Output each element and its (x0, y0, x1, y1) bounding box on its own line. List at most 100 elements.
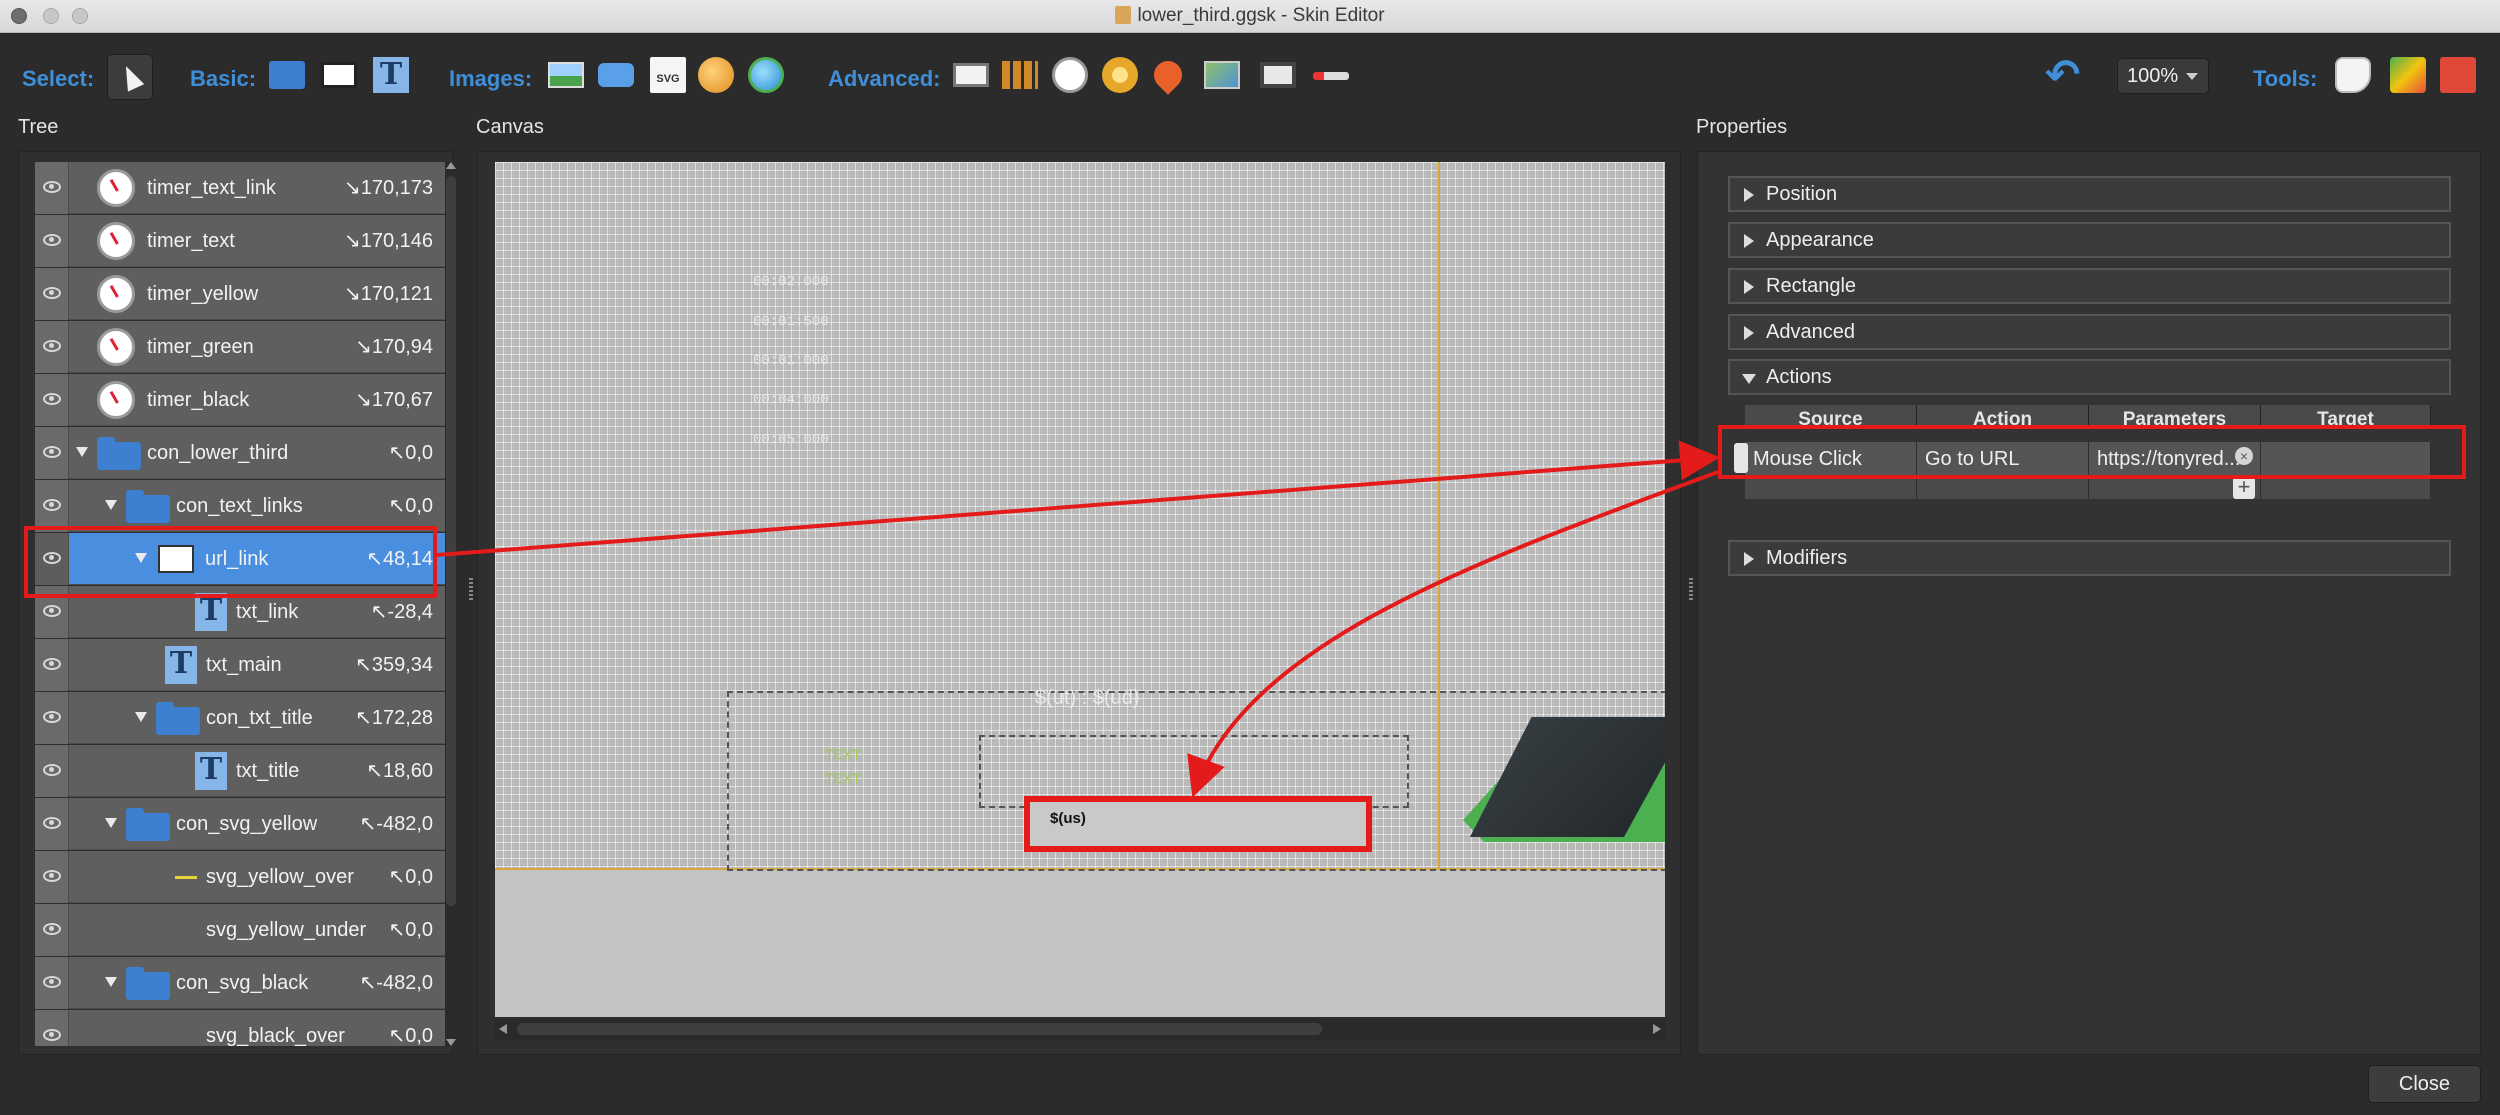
visibility-toggle[interactable] (35, 321, 69, 373)
column-header-parameters[interactable]: Parameters (2089, 405, 2261, 427)
tree-row-svg-yellow-under[interactable]: svg_yellow_under ↖0,0 (35, 904, 445, 956)
map-pin-tool-icon[interactable] (1148, 55, 1188, 95)
empty-cell[interactable] (1745, 477, 1917, 499)
visibility-toggle[interactable] (35, 268, 69, 320)
visibility-toggle[interactable] (35, 480, 69, 532)
visibility-toggle[interactable] (35, 162, 69, 214)
scroll-down-icon[interactable] (446, 1039, 456, 1046)
canvas-panel-title: Canvas (476, 116, 544, 138)
visibility-toggle[interactable] (35, 904, 69, 956)
empty-cell[interactable] (2261, 477, 2431, 499)
tree-row-con-lower-third[interactable]: con_lower_third ↖0,0 (35, 427, 445, 479)
properties-panel-title: Properties (1696, 116, 1788, 138)
tree-row-timer-yellow[interactable]: timer_yellow ↘170,121 (35, 268, 445, 320)
section-advanced[interactable]: Advanced (1728, 314, 2451, 350)
visibility-toggle[interactable] (35, 1010, 69, 1046)
visibility-toggle[interactable] (35, 798, 69, 850)
scroll-left-icon[interactable] (499, 1024, 507, 1034)
canvas-properties-splitter[interactable] (1689, 578, 1693, 600)
canvas-panel: 00:02:000 00:01:500 00:01:000 00:04:000 … (477, 151, 1681, 1055)
tree-canvas-splitter[interactable] (469, 578, 473, 600)
map-tool-icon[interactable] (1204, 61, 1240, 89)
tree-row-svg-yellow-over[interactable]: svg_yellow_over ↖0,0 (35, 851, 445, 903)
color-tool-icon[interactable] (2390, 57, 2426, 93)
tree-row-txt-title[interactable]: T txt_title ↖18,60 (35, 745, 445, 797)
tree-row-con-text-links[interactable]: con_text_links ↖0,0 (35, 480, 445, 532)
text-tool-icon[interactable]: T (373, 57, 409, 93)
container-tool-icon[interactable] (269, 61, 305, 89)
zoom-value: 100% (2127, 65, 2179, 87)
scrollbar-tool-icon[interactable] (1313, 72, 1349, 80)
section-appearance[interactable]: Appearance (1728, 222, 2451, 258)
section-modifiers[interactable]: Modifiers (1728, 540, 2451, 576)
tree-row-con-txt-title[interactable]: con_txt_title ↖172,28 (35, 692, 445, 744)
visibility-toggle[interactable] (35, 427, 69, 479)
url-link-element[interactable]: $(us) (1024, 796, 1372, 852)
column-header-source[interactable]: Source (1745, 405, 1917, 427)
tree-row-timer-text[interactable]: timer_text ↘170,146 (35, 215, 445, 267)
visibility-toggle[interactable] (35, 957, 69, 1009)
column-header-target[interactable]: Target (2261, 405, 2431, 427)
scroll-up-icon[interactable] (446, 162, 456, 169)
external-tool-icon[interactable] (953, 63, 989, 87)
visibility-toggle[interactable] (35, 215, 69, 267)
visibility-toggle[interactable] (35, 639, 69, 691)
advanced-label: Advanced: (828, 66, 941, 91)
tree-row-timer-green[interactable]: timer_green ↘170,94 (35, 321, 445, 373)
close-button[interactable]: Close (2368, 1065, 2481, 1103)
scroll-right-icon[interactable] (1653, 1024, 1661, 1034)
svg-tool-icon[interactable]: SVG (650, 57, 686, 93)
image-tool-icon[interactable] (548, 62, 584, 88)
visibility-toggle[interactable] (35, 851, 69, 903)
grid-tool-icon[interactable] (1002, 61, 1038, 89)
cloner-tool-icon[interactable] (748, 57, 784, 93)
visibility-toggle[interactable] (35, 745, 69, 797)
zoom-select[interactable]: 100% (2117, 58, 2209, 94)
visibility-toggle[interactable] (35, 374, 69, 426)
folder-icon (156, 702, 200, 735)
expand-triangle-icon[interactable] (105, 818, 117, 828)
text-icon: T (195, 593, 227, 631)
tree-list[interactable]: timer_text_link ↘170,173 timer_text ↘170… (35, 162, 445, 1046)
video-tool-icon[interactable] (1260, 62, 1296, 88)
tree-row-label: con_lower_third (147, 442, 289, 464)
empty-cell[interactable] (1917, 477, 2089, 499)
canvas-view[interactable]: 00:02:000 00:01:500 00:01:000 00:04:000 … (495, 162, 1665, 1017)
rectangle-tool-icon[interactable] (321, 62, 357, 88)
tools-label: Tools: (2253, 66, 2318, 91)
timer-tool-icon[interactable] (1052, 57, 1088, 93)
select-tool-button[interactable] (107, 54, 153, 100)
panorama-image-tool-icon[interactable] (698, 57, 734, 93)
expand-triangle-icon[interactable] (76, 447, 88, 457)
section-actions[interactable]: Actions (1728, 359, 2451, 395)
timer-text: 00:05:000 (753, 432, 829, 448)
add-action-icon[interactable]: + (2233, 476, 2255, 499)
text-icon: T (165, 646, 197, 684)
undo-icon[interactable]: ↶ (2045, 54, 2081, 96)
compass-tool-icon[interactable] (1102, 57, 1138, 93)
component-tool-icon[interactable] (2440, 57, 2476, 93)
search-replace-tool-icon[interactable] (2335, 57, 2371, 93)
section-position[interactable]: Position (1728, 176, 2451, 212)
tree-row-txt-main[interactable]: T txt_main ↖359,34 (35, 639, 445, 691)
canvas-horizontal-scrollbar[interactable] (495, 1018, 1665, 1040)
scroll-thumb[interactable] (517, 1023, 1322, 1035)
tree-row-timer-text-link[interactable]: timer_text_link ↘170,173 (35, 162, 445, 214)
visibility-toggle[interactable] (35, 692, 69, 744)
scroll-thumb[interactable] (446, 176, 456, 906)
tree-row-position: ↘170,173 (343, 177, 433, 199)
tree-row-con-svg-black[interactable]: con_svg_black ↖-482,0 (35, 957, 445, 1009)
collapsed-triangle-icon (1744, 326, 1754, 340)
tree-row-svg-black-over[interactable]: svg_black_over ↖0,0 (35, 1010, 445, 1046)
button-image-tool-icon[interactable] (598, 63, 634, 87)
section-rectangle[interactable]: Rectangle (1728, 268, 2451, 304)
expand-triangle-icon[interactable] (105, 500, 117, 510)
txt-link-text: $(us) (1050, 810, 1086, 827)
tree-row-con-svg-yellow[interactable]: con_svg_yellow ↖-482,0 (35, 798, 445, 850)
tree-row-timer-black[interactable]: timer_black ↘170,67 (35, 374, 445, 426)
txt-title-text[interactable]: $(ut) : $(ud) (1035, 687, 1139, 710)
expand-triangle-icon[interactable] (135, 712, 147, 722)
column-header-action[interactable]: Action (1917, 405, 2089, 427)
tree-scrollbar[interactable] (445, 162, 457, 1046)
expand-triangle-icon[interactable] (105, 977, 117, 987)
